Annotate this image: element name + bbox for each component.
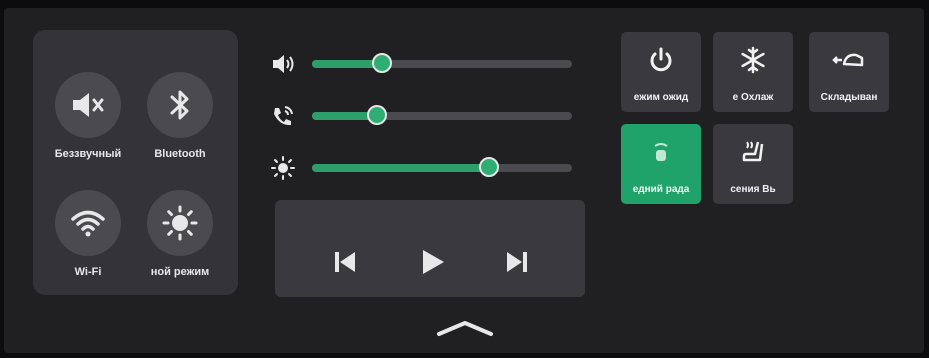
- wifi-icon: [55, 190, 121, 256]
- brightness-knob[interactable]: [478, 157, 499, 177]
- media-volume-slider[interactable]: [270, 49, 575, 79]
- cooling-label: е Охлаж: [732, 92, 774, 103]
- mirror-fold-tile[interactable]: Складыван: [809, 32, 889, 112]
- mirror-fold-label: Складыван: [820, 92, 878, 103]
- mute-label: Беззвучный: [54, 148, 122, 160]
- seat-heating-tile[interactable]: сения Вь: [713, 124, 793, 204]
- cooling-tile[interactable]: е Охлаж: [713, 32, 793, 112]
- snowflake-icon: [713, 46, 793, 74]
- media-controls: [275, 200, 585, 297]
- seat-heating-label: сения Вь: [730, 184, 776, 195]
- brightness-slider[interactable]: [270, 153, 575, 183]
- volume-icon: [270, 52, 296, 76]
- chevron-up-icon[interactable]: [435, 318, 495, 338]
- seat-heat-icon: [713, 138, 793, 166]
- call-volume-knob[interactable]: [367, 105, 387, 125]
- standby-mode-label: ежим ожид: [633, 92, 689, 103]
- bluetooth-label: Bluetooth: [154, 148, 206, 160]
- bluetooth-icon: [147, 72, 213, 138]
- bluetooth-toggle[interactable]: Bluetooth: [140, 72, 220, 160]
- standby-mode-tile[interactable]: ежим ожид: [621, 32, 701, 112]
- wifi-toggle[interactable]: Wi-Fi: [48, 190, 128, 278]
- front-radar-tile[interactable]: едний рада: [621, 124, 701, 204]
- phone-icon: [270, 104, 296, 128]
- speaker-mute-icon: [55, 72, 121, 138]
- mirror-fold-icon: [809, 46, 889, 74]
- media-volume-knob[interactable]: [372, 53, 393, 73]
- brightness-track[interactable]: [312, 157, 572, 177]
- front-radar-label: едний рада: [632, 184, 690, 195]
- skip-next-icon[interactable]: [502, 247, 532, 277]
- brightness-fill: [312, 164, 489, 172]
- call-volume-track[interactable]: [312, 105, 572, 125]
- call-volume-slider[interactable]: [270, 101, 575, 131]
- wifi-label: Wi-Fi: [74, 266, 102, 278]
- quick-toggles-panel: Беззвучный Bluetooth Wi-Fi ной режим: [33, 30, 238, 295]
- display-mode-label: ной режим: [150, 266, 210, 278]
- sun-icon: [147, 190, 213, 256]
- play-icon[interactable]: [417, 247, 447, 277]
- mute-toggle[interactable]: Беззвучный: [48, 72, 128, 160]
- front-radar-icon: [621, 138, 701, 166]
- skip-previous-icon[interactable]: [330, 247, 360, 277]
- brightness-icon: [270, 156, 296, 180]
- display-mode-toggle[interactable]: ной режим: [140, 190, 220, 278]
- power-icon: [621, 46, 701, 74]
- media-volume-track[interactable]: [312, 53, 572, 73]
